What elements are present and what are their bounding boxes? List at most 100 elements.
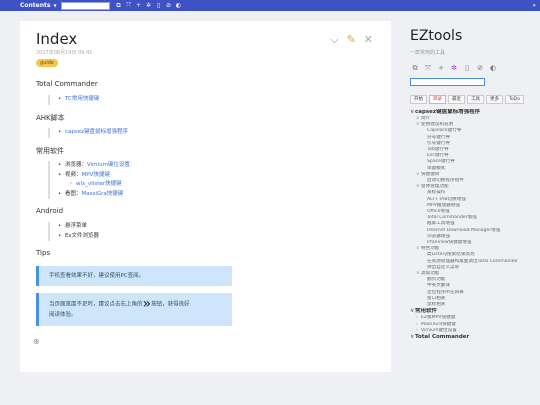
tree-item-label: capsez键盘鼠标增强程序 <box>415 109 481 115</box>
tree-item-label: 类Listary搜索结果高亮 <box>427 252 475 258</box>
top-toolbar: Contents ▼ ⧉ ⤧ + ✲ ▯ ⊘ ◐ » <box>0 0 540 11</box>
sidebar-subtitle: 一款常用的工具 <box>410 50 446 56</box>
note-page: Index 2017年06月19日 09:41 guide ⌵ ✎ ✕ Tota… <box>20 21 391 372</box>
tree-item[interactable]: ∨capsez键盘鼠标增强程序 <box>410 109 540 116</box>
tree-item-label: 快捷键目 <box>421 171 440 177</box>
tab-3[interactable]: 工具 <box>467 95 484 104</box>
list-item: capsez键盘鼠标增强程序 <box>58 128 128 138</box>
document-icon[interactable]: ▯ <box>462 63 472 73</box>
tree-item-label: Office增强 <box>427 209 450 215</box>
tree-item-label: 引号键行导 <box>427 140 450 146</box>
expand-icon[interactable]: ⤧ <box>124 0 134 11</box>
expand-icon[interactable]: ⤧ <box>423 63 433 73</box>
tree-item-label: Vimium键位设置 <box>421 327 457 333</box>
tip-text: 阅读体验。 <box>49 311 77 318</box>
viewer-label: 看图： <box>65 190 82 197</box>
edit-icon[interactable]: ✎ <box>347 34 356 45</box>
collapse-sidebar-icon[interactable]: » <box>532 0 536 11</box>
tree-item-label: 翻页功能 <box>427 277 446 283</box>
tree-item-label: Capslock键行导 <box>427 128 462 134</box>
gear-icon[interactable]: ✲ <box>144 0 154 11</box>
tree-item[interactable]: ∨常用软件 <box>410 308 540 315</box>
tree-item-label: 常用软件 <box>415 308 438 315</box>
page-date: 2017年06月19日 09:41 <box>36 50 93 56</box>
tree-item-label: 鼠标相关 <box>427 302 446 308</box>
copy-icon[interactable]: ⧉ <box>410 63 420 73</box>
link-vimium[interactable]: Vimium键位设置 <box>87 162 130 168</box>
double-chevron-icon: » <box>142 296 152 312</box>
tab-2[interactable]: 最近 <box>448 95 465 104</box>
tree-item-label: 简介 <box>421 116 431 121</box>
toolbar-icons: ⧉ ⤧ + ✲ ▯ ⊘ ◐ <box>114 0 184 11</box>
heading-tips: Tips <box>36 249 51 257</box>
chevron-down-icon[interactable]: ▼ <box>53 3 56 8</box>
sidebar: EZtools 一款常用的工具 ⧉ ⤧ + ✲ ▯ ⊘ ◐ 开始 目录 最近 工具 更多 ToDo ∨… <box>397 11 540 405</box>
link-massigra[interactable]: MassiGra快捷键 <box>82 191 124 197</box>
contrast-icon[interactable]: ◐ <box>174 0 184 11</box>
document-icon[interactable]: ▯ <box>154 0 164 11</box>
tree-item-label: 窗口相关 <box>427 295 446 301</box>
tip-text: 按钮，获得良好 <box>151 301 190 308</box>
contrast-icon[interactable]: ◐ <box>488 63 498 73</box>
link-capsez[interactable]: capsez键盘鼠标增强程序 <box>65 129 128 135</box>
tab-1[interactable]: 目录 <box>429 95 446 104</box>
tree-item-label: MassiGra快捷键 <box>421 321 456 327</box>
page-title: Index <box>36 30 78 48</box>
list-item: 视频：MPV快捷键 <box>58 171 130 181</box>
list-ahk: capsez键盘鼠标增强程序 <box>48 128 128 138</box>
tree-item[interactable]: ∨Total Commander <box>410 334 540 341</box>
tree-item-label: 浏览器增强 <box>427 233 450 239</box>
plus-icon[interactable]: + <box>134 0 144 11</box>
tree-item-label: Esc键行导 <box>427 153 449 159</box>
link-wlx-vlister[interactable]: wlx_vlister快捷键 <box>76 181 122 187</box>
browser-label: 浏览器： <box>65 162 88 168</box>
tree-item-label: 某标操作 <box>427 190 446 196</box>
list-item: 悬浮菜单 <box>58 222 99 232</box>
page-actions: ⌵ ✎ ✕ <box>330 34 373 45</box>
collapse-icon[interactable]: ⌵ <box>330 34 338 45</box>
sidebar-tabs: 开始 目录 最近 工具 更多 ToDo <box>410 95 524 104</box>
contents-menu[interactable]: Contents <box>20 2 50 9</box>
list-android: 悬浮菜单 Es文件浏览器 <box>48 222 99 241</box>
close-icon[interactable]: ✕ <box>364 34 373 45</box>
tree-item-label: MPV播放器增强 <box>427 202 460 208</box>
tip-callout: 手机查看效果不好，建议使用PC查阅。 <box>36 266 232 286</box>
tip-callout: 当页面宽度不足时，建议点击右上角的»按钮，获得良好 阅读体验。 <box>36 293 232 326</box>
gear-icon[interactable]: ✲ <box>449 63 459 73</box>
link-mpv[interactable]: MPV快捷键 <box>82 172 110 178</box>
check-icon[interactable]: ⊘ <box>164 0 174 11</box>
tree-item-label: 启动切换程序组件 <box>427 178 464 184</box>
tag-badge[interactable]: guide <box>36 59 58 67</box>
tab-5[interactable]: ToDo <box>505 95 524 104</box>
heading-total-commander: Total Commander <box>36 80 98 88</box>
search-input[interactable] <box>60 1 110 10</box>
heading-android: Android <box>36 207 64 215</box>
tab-0[interactable]: 开始 <box>410 95 427 104</box>
tab-4[interactable]: 更多 <box>486 95 503 104</box>
tree-item-label: 特色功能 <box>421 246 440 252</box>
copy-icon[interactable]: ⧉ <box>114 0 124 11</box>
tree-item-label: EZ版MPV快捷键 <box>421 315 456 321</box>
tree-item-label: 分号键行导 <box>427 134 450 140</box>
tree-item-label: 弹出自定义菜单 <box>427 264 460 270</box>
sidebar-toolbar: ⧉ ⤧ + ✲ ▯ ⊘ ◐ <box>410 63 498 73</box>
tree-item-label: Total Commander增强 <box>427 215 477 221</box>
tree-item-label: Total Commander <box>415 333 470 340</box>
tree-item-label: 截屏工具增强 <box>427 221 455 227</box>
tree-item-label: ALT+TAB切换增强 <box>427 196 466 202</box>
check-icon[interactable]: ⊘ <box>475 63 485 73</box>
plus-icon[interactable]: + <box>436 63 446 73</box>
link-tc-shortcuts[interactable]: TC常用快捷键 <box>65 96 99 102</box>
heading-common-software: 常用软件 <box>36 147 64 155</box>
sidebar-search-input[interactable] <box>410 78 485 86</box>
tree-item-label: 中英文翻译 <box>427 283 450 289</box>
tree-item-label: 定位程序所在目录 <box>427 289 464 295</box>
toc-tree: ∨capsez键盘鼠标增强程序 ∨ 简介 ∨ 使用建议和说明 Capslock键行导 分号键… <box>410 109 540 341</box>
list-software: 浏览器：Vimium键位设置 视频：MPV快捷键 wlx_vlister快捷键 … <box>48 161 130 199</box>
add-icon[interactable]: ⊕ <box>33 337 40 346</box>
tree-item-label: 在资源管理器和桌面调出Total Commander <box>427 258 519 264</box>
tree-item-label: Tab键行导 <box>427 147 449 153</box>
tree-item-label: Internet Download Manager增强 <box>427 227 501 233</box>
tree-item-label: 高级功能 <box>421 271 440 277</box>
list-item: TC常用快捷键 <box>58 95 99 105</box>
